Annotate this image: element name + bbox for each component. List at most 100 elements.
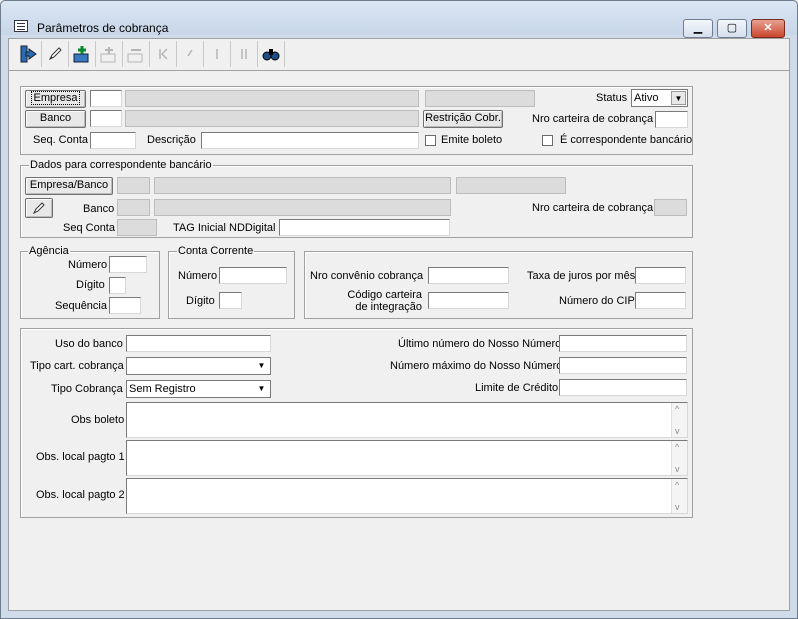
tag-inicial-label: TAG Inicial NDDigital (173, 222, 276, 234)
numero-maximo-label: Número máximo do Nosso Número (390, 360, 563, 372)
nro-carteira-input[interactable] (655, 111, 688, 128)
conta-numero-input[interactable] (219, 267, 287, 284)
ultimo-nosso-numero-label: Último número do Nosso Número (398, 338, 562, 350)
corr-edit-button[interactable] (25, 198, 53, 218)
obs-boleto-textarea[interactable]: ^ v (126, 402, 688, 438)
emite-boleto-checkbox[interactable] (425, 135, 436, 146)
obs-local2-label: Obs. local pagto 2 (36, 489, 125, 501)
limite-credito-input[interactable] (559, 379, 687, 396)
codigo-carteira-input[interactable] (428, 292, 509, 309)
obs-local2-textarea[interactable]: ^ v (126, 478, 688, 514)
window-form-icon (14, 20, 28, 32)
chevron-down-icon[interactable]: ▼ (254, 359, 269, 373)
last-icon (231, 41, 258, 67)
nro-convenio-input[interactable] (428, 267, 509, 284)
agencia-numero-input[interactable] (109, 256, 147, 273)
window-title: Parâmetros de cobrança (37, 21, 169, 35)
empresa-code-input[interactable] (90, 90, 122, 107)
corr-banco-label: Banco (83, 203, 115, 215)
search-icon[interactable] (258, 41, 285, 67)
scroll-up-icon[interactable]: ^ (675, 404, 679, 414)
numero-cip-label: Número do CIP (559, 295, 635, 307)
agencia-digito-input[interactable] (109, 277, 126, 294)
agencia-sequencia-input[interactable] (109, 297, 141, 314)
descricao-input[interactable] (201, 132, 419, 149)
empresa-button[interactable]: Empresa (25, 90, 86, 108)
nro-convenio-label: Nro convênio cobrança (310, 270, 424, 282)
status-select-value: Ativo (634, 92, 659, 104)
uso-banco-input[interactable] (126, 335, 271, 352)
numero-maximo-input[interactable] (559, 357, 687, 374)
corr-empresa-extra-field (456, 177, 566, 194)
obs-local2-scrollbar[interactable]: ^ v (671, 479, 687, 513)
empresa-button-label: Empresa (31, 91, 80, 105)
maximize-button[interactable]: ▢ (717, 19, 747, 38)
obs-boleto-scrollbar[interactable]: ^ v (671, 403, 687, 437)
close-button[interactable]: ✕ (751, 19, 785, 38)
nro-carteira-label: Nro carteira de cobrança (532, 113, 654, 125)
scroll-up-icon[interactable]: ^ (675, 480, 679, 490)
numero-cip-input[interactable] (635, 292, 686, 309)
status-select[interactable]: Ativo ▼ (631, 89, 688, 107)
corr-seq-conta-label: Seq Conta (63, 222, 115, 234)
correspondente-checkbox[interactable] (542, 135, 553, 146)
banco-button[interactable]: Banco (25, 110, 86, 128)
conta-numero-label: Número (178, 270, 218, 282)
uso-banco-label: Uso do banco (55, 338, 123, 350)
taxa-juros-input[interactable] (635, 267, 686, 284)
seq-conta-label: Seq. Conta (33, 134, 89, 146)
tipo-cart-label: Tipo cart. cobrança (30, 360, 124, 372)
empresa-banco-button[interactable]: Empresa/Banco (25, 177, 113, 195)
toolbar-separator (8, 70, 790, 71)
codigo-carteira-label-2: de integração (355, 301, 422, 313)
pencil-icon (32, 202, 45, 215)
correspondente-label: É correspondente bancário (560, 134, 693, 146)
scroll-down-icon[interactable]: v (675, 502, 680, 512)
scroll-down-icon[interactable]: v (675, 464, 680, 474)
edit-icon[interactable] (42, 41, 69, 67)
exit-icon[interactable] (15, 41, 42, 67)
ultimo-nosso-numero-input[interactable] (559, 335, 687, 352)
corr-empresa-name-field (154, 177, 451, 194)
first-icon (150, 41, 177, 67)
scroll-down-icon[interactable]: v (675, 426, 680, 436)
agencia-sequencia-label: Sequência (55, 300, 107, 312)
corr-empresa-code-field (117, 177, 150, 194)
chevron-down-icon[interactable]: ▼ (671, 91, 686, 105)
limite-credito-label: Limite de Crédito (475, 382, 559, 394)
banco-code-input[interactable] (90, 110, 122, 127)
descricao-label: Descrição (147, 134, 196, 146)
corr-banco-code-field (117, 199, 150, 216)
corr-banco-name-field (154, 199, 451, 216)
add-icon[interactable] (69, 41, 96, 67)
taxa-juros-label: Taxa de juros por mês (527, 270, 636, 282)
prev-icon (177, 41, 204, 67)
empresa-name-field (125, 90, 419, 107)
remove-disabled-icon (123, 41, 150, 67)
conta-digito-input[interactable] (219, 292, 242, 309)
restricao-cobranca-button[interactable]: Restrição Cobr. (423, 110, 503, 128)
corr-nro-carteira-field (654, 199, 687, 216)
agencia-digito-label: Dígito (76, 279, 105, 291)
obs-local1-textarea[interactable]: ^ v (126, 440, 688, 476)
tag-inicial-input[interactable] (279, 219, 450, 236)
minimize-button[interactable]: ▁ (683, 19, 713, 38)
agencia-numero-label: Número (68, 259, 108, 271)
chevron-down-icon[interactable]: ▼ (254, 382, 269, 396)
seq-conta-input[interactable] (90, 132, 136, 149)
status-label: Status (596, 92, 628, 104)
obs-local1-label: Obs. local pagto 1 (36, 451, 125, 463)
correspondente-group-title: Dados para correspondente bancário (29, 159, 213, 171)
toolbar (15, 41, 285, 67)
tipo-cobranca-value: Sem Registro (129, 383, 196, 395)
empresa-extra-field (425, 90, 535, 107)
obs-local1-scrollbar[interactable]: ^ v (671, 441, 687, 475)
banco-name-field (125, 110, 419, 127)
add-disabled-icon (96, 41, 123, 67)
tipo-cart-select[interactable]: ▼ (126, 357, 271, 375)
tipo-cobranca-select[interactable]: Sem Registro ▼ (126, 380, 271, 398)
corr-nro-carteira-label: Nro carteira de cobrança (532, 202, 654, 214)
scroll-up-icon[interactable]: ^ (675, 442, 679, 452)
conta-digito-label: Dígito (186, 295, 215, 307)
corr-seq-conta-field (117, 219, 157, 236)
